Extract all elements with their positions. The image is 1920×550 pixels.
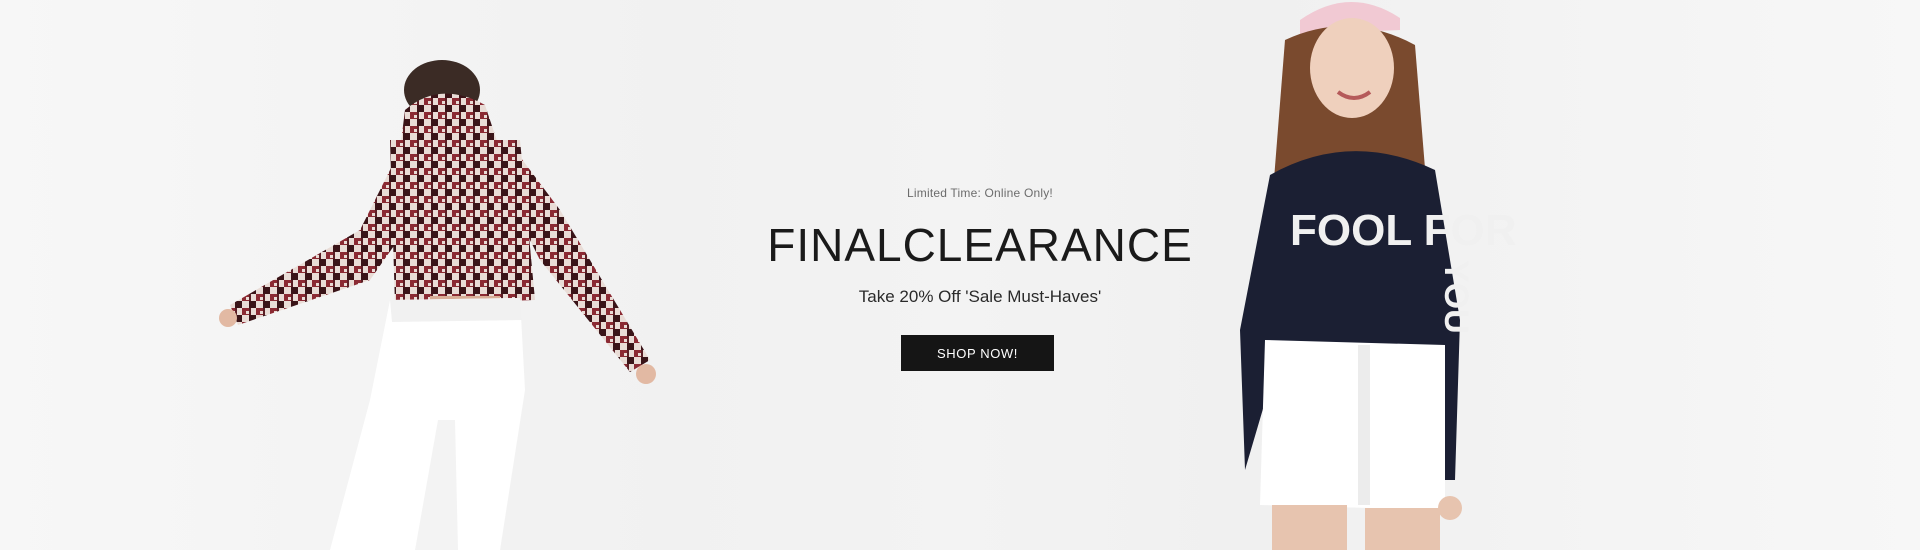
sweater-sleeve-print: YOU [1437, 260, 1475, 334]
hero-copy: Limited Time: Online Only! FINALCLEARANC… [700, 0, 1260, 550]
promo-kicker: Limited Time: Online Only! [907, 186, 1053, 200]
model-right-image: FOOL FOR YOU [1240, 1, 1517, 550]
shop-now-button[interactable]: SHOP NOW! [901, 335, 1054, 371]
sweater-print: FOOL FOR [1290, 206, 1517, 255]
promo-subline: Take 20% Off 'Sale Must-Haves' [858, 287, 1102, 306]
hero-banner[interactable]: Limited Time: Online Only! FINALCLEARANC… [0, 0, 1920, 550]
model-left-image [219, 60, 656, 550]
promo-headline: FINALCLEARANCE [767, 219, 1193, 271]
